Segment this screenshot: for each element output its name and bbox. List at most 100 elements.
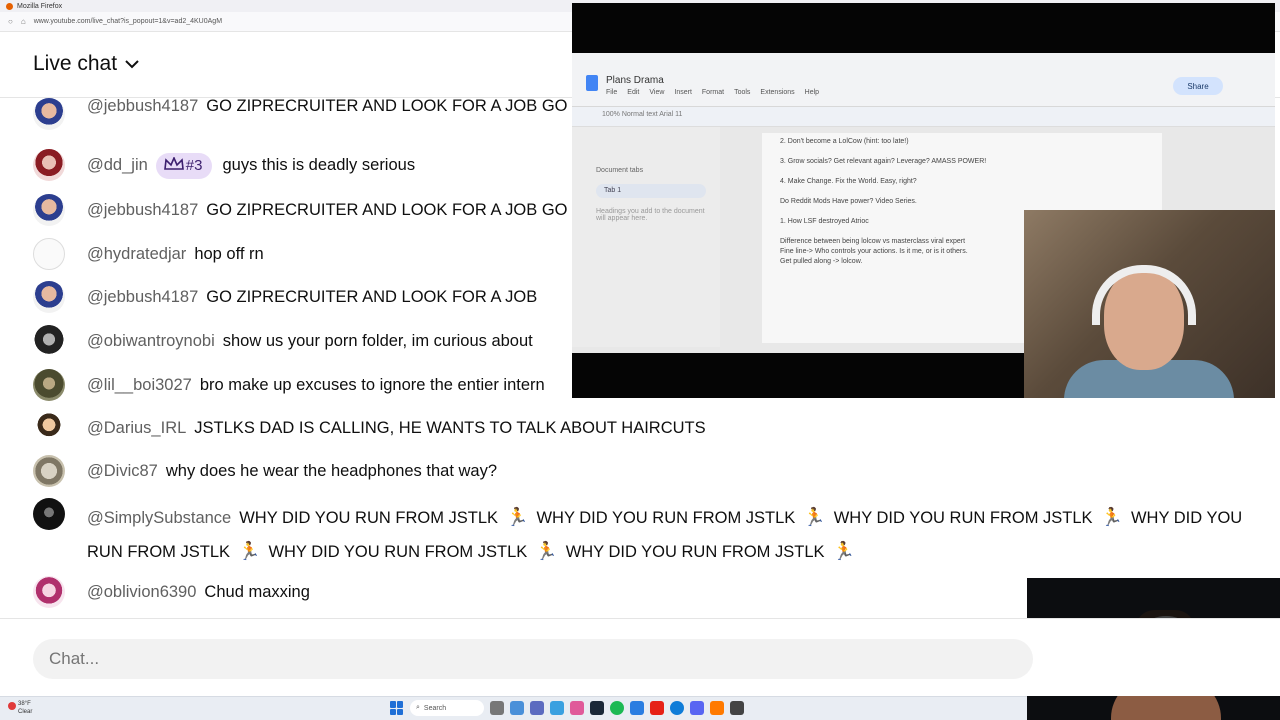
chat-title-label: Live chat [33,52,118,75]
taskbar-search-label: Search [423,704,447,712]
docs-line: Do Reddit Mods Have power? Video Series. [780,198,917,205]
headphones-icon [1092,265,1196,325]
message-text: JSTLKS DAD IS CALLING, HE WANTS TO TALK … [194,419,706,437]
spotify-icon[interactable] [610,701,624,715]
badge-rank: #3 [185,157,203,174]
docs-logo-icon [586,75,598,91]
shield-icon: ○ [8,17,13,26]
docs-line: 4. Make Change. Fix the World. Easy, rig… [780,178,917,185]
crown-icon [163,155,184,170]
search-icon: ⌕ [416,704,420,711]
avatar[interactable] [33,576,65,608]
docs-menu-item: Tools [734,89,751,96]
windows-taskbar: 38°F Clear ⌕ Search [0,696,1027,720]
weather-widget[interactable]: 38°F Clear [8,700,33,716]
app-icon[interactable] [630,701,644,715]
app-icon[interactable] [570,701,584,715]
message-text: guys this is deadly serious [222,156,416,174]
live-chat-dropdown[interactable]: Live chat [33,52,141,76]
docs-menu: File Edit View Insert Format Tools Exten… [606,89,819,96]
app-icon[interactable] [490,701,504,715]
runner-emoji: 🏃 [535,541,558,561]
message-text: GO ZIPRECRUITER AND LOOK FOR A JOB [206,288,538,306]
docs-line: 2. Don't become a LolCow (hint: too late… [780,138,909,145]
docs-side-heading: Document tabs [596,167,644,174]
message-text: bro make up excuses to ignore the entier… [199,376,545,394]
avatar[interactable] [33,238,65,270]
screen: Mozilla Firefox ○ ⌂ www.youtube.com/live… [0,0,1280,720]
chevron-down-icon [125,60,139,69]
lock-icon: ⌂ [20,17,26,26]
docs-outline: Document tabs Tab 1 Headings you add to … [572,127,720,347]
docs-tab: Tab 1 [596,184,706,198]
chat-message: @Divic87 why does he wear the headphones … [0,455,1280,487]
leaderboard-badge[interactable]: #3 [155,153,213,179]
message-body: @Divic87 why does he wear the headphones … [87,460,1244,482]
firefox-icon [6,2,13,10]
author-name[interactable]: @jebbush4187 [87,201,198,219]
chat-input-area [0,618,1280,696]
app-icon[interactable] [510,701,524,715]
app-icon[interactable] [730,701,744,715]
message-body: @SimplySubstance WHY DID YOU RUN FROM JST… [87,501,1244,569]
author-name[interactable]: @oblivion6390 [87,583,196,601]
docs-share-button: Share [1173,77,1223,95]
message-text: WHY DID YOU RUN FROM JSTLK [268,543,528,561]
chat-message: @Darius_IRL JSTLKS DAD IS CALLING, HE WAN… [0,412,1280,444]
author-name[interactable]: @jebbush4187 [87,288,198,306]
avatar[interactable] [33,369,65,401]
taskbar-search[interactable]: ⌕ Search [410,700,484,716]
message-text: WHY DID YOU RUN FROM JSTLK [239,509,499,527]
docs-side-note: Headings you add to the document will ap… [596,208,705,222]
author-name[interactable]: @jebbush4187 [87,97,198,115]
weather-icon [8,702,16,710]
docs-menu-item: View [649,89,665,96]
docs-menu-item: Help [804,89,820,96]
steam-icon[interactable] [590,701,604,715]
weather-desc: Clear [18,709,33,715]
docs-title: Plans Drama [606,75,664,86]
author-name[interactable]: @lil__boi3027 [87,376,192,394]
message-body: @Darius_IRL JSTLKS DAD IS CALLING, HE WAN… [87,417,1244,439]
message-text: GO ZIPRECRUITER AND LOOK FOR A JOB GO [206,201,568,219]
docs-toolbar: 100% Normal text Arial 11 [572,107,1275,127]
author-name[interactable]: @SimplySubstance [87,509,231,527]
author-name[interactable]: @hydratedjar [87,245,186,263]
runner-emoji: 🏃 [238,541,261,561]
runner-emoji: 🏃 [1100,507,1123,527]
message-text: show us your porn folder, im curious abo… [222,332,533,350]
runner-emoji: 🏃 [832,541,855,561]
message-text: Chud maxxing [204,583,310,601]
url-text[interactable]: www.youtube.com/live_chat?is_popout=1&v=… [34,18,222,25]
discord-icon[interactable] [690,701,704,715]
avatar[interactable] [33,455,65,487]
app-icon[interactable] [550,701,564,715]
chat-message: @SimplySubstance WHY DID YOU RUN FROM JST… [0,498,1280,564]
window-title: Mozilla Firefox [17,2,63,10]
message-text: WHY DID YOU RUN FROM JSTLK [536,509,796,527]
avatar[interactable] [33,498,65,530]
stream-video-overlay: Plans Drama File Edit View Insert Format… [572,3,1275,398]
author-name[interactable]: @obiwantroynobi [87,332,215,350]
author-name[interactable]: @Divic87 [87,462,158,480]
avatar[interactable] [33,325,65,357]
docs-menu-item: Insert [674,89,692,96]
avatar[interactable] [33,281,65,313]
docs-menu-item: Edit [627,89,640,96]
avatar[interactable] [33,194,65,226]
message-text: WHY DID YOU RUN FROM JSTLK [565,543,825,561]
edge-icon[interactable] [670,701,684,715]
author-name[interactable]: @Darius_IRL [87,419,186,437]
streamer-webcam [1024,210,1275,398]
app-icon[interactable] [530,701,544,715]
avatar[interactable] [33,149,65,181]
youtube-icon[interactable] [650,701,664,715]
firefox-icon[interactable] [710,701,724,715]
windows-start-icon[interactable] [390,701,404,715]
chat-input[interactable] [33,639,1033,679]
avatar[interactable] [33,412,65,444]
runner-emoji: 🏃 [803,507,826,527]
avatar[interactable] [33,98,65,130]
author-name[interactable]: @dd_jin [87,156,148,174]
docs-menu-item: File [606,89,618,96]
